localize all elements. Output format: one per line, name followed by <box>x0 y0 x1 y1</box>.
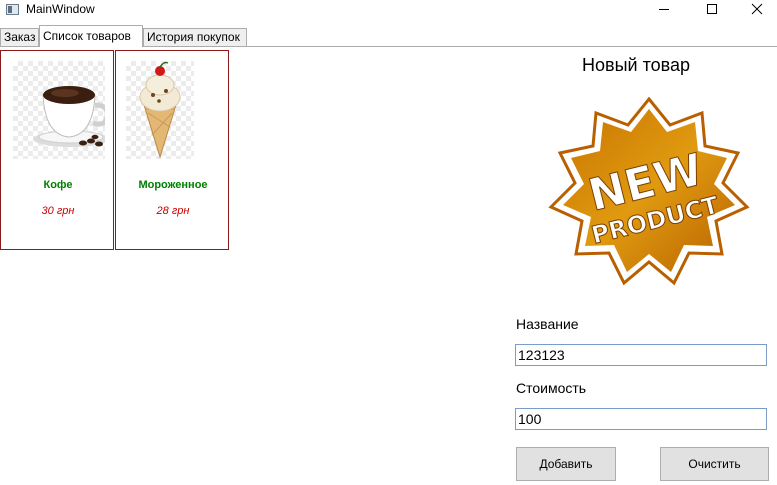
product-price: 28 грн <box>156 205 190 217</box>
clear-button[interactable]: Очистить <box>660 447 769 481</box>
tab-product-list[interactable]: Список товаров <box>39 25 143 47</box>
product-price: 30 грн <box>41 205 75 217</box>
coffee-cup-icon <box>13 61 105 159</box>
close-button[interactable] <box>734 0 777 20</box>
cost-input[interactable] <box>515 408 767 430</box>
product-card-ice-cream[interactable]: Мороженное 28 грн <box>115 50 229 250</box>
new-product-badge-image[interactable]: NEW PRODUCT <box>548 95 751 297</box>
title-bar[interactable]: MainWindow <box>0 0 777 20</box>
product-name: Мороженное <box>138 179 208 191</box>
product-card-coffee[interactable]: Кофе 30 грн <box>0 50 114 250</box>
name-input[interactable] <box>515 344 767 366</box>
maximize-button[interactable] <box>688 0 734 20</box>
cost-label: Стоимость <box>516 380 587 396</box>
tab-purchase-history[interactable]: История покупок <box>143 28 247 46</box>
add-button[interactable]: Добавить <box>516 447 616 481</box>
ice-cream-cone-icon <box>126 61 194 159</box>
window-title: MainWindow <box>26 2 95 16</box>
app-icon <box>6 4 19 15</box>
close-icon <box>751 3 763 15</box>
main-window: MainWindow Заказ Список товаров История … <box>0 0 777 485</box>
new-product-title: Новый товар <box>582 55 690 75</box>
name-label: Название <box>516 316 579 332</box>
minimize-icon <box>659 9 669 10</box>
tab-order[interactable]: Заказ <box>0 28 39 46</box>
minimize-button[interactable] <box>640 0 686 20</box>
product-name: Кофе <box>43 179 73 191</box>
maximize-icon <box>707 4 717 14</box>
